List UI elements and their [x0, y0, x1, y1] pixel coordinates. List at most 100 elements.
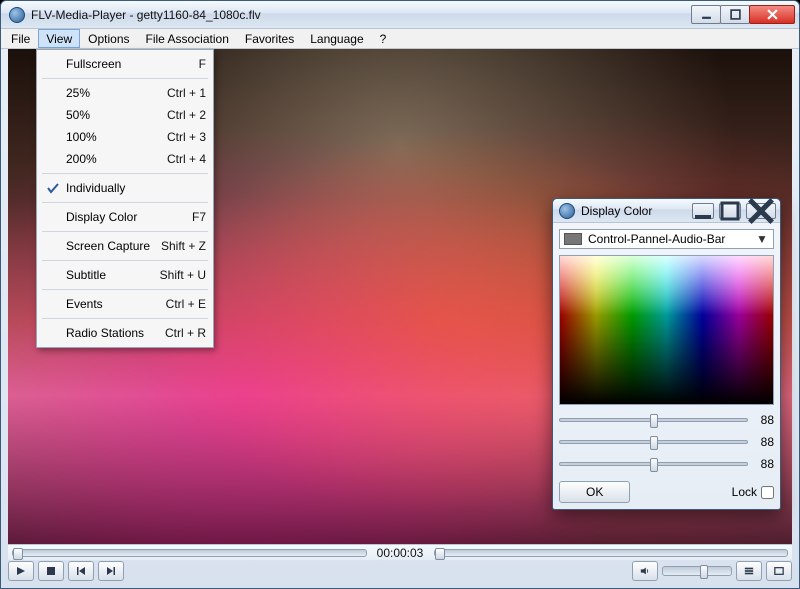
maximize-button[interactable] — [720, 5, 750, 24]
seek-thumb[interactable] — [13, 548, 23, 560]
menu-separator — [42, 78, 208, 79]
menu-language[interactable]: Language — [302, 29, 371, 48]
dialog-titlebar[interactable]: Display Color — [553, 199, 780, 223]
prev-button[interactable] — [68, 561, 94, 581]
slider-3-thumb[interactable] — [650, 458, 658, 472]
volume-thumb[interactable] — [700, 565, 708, 579]
slider-1-thumb[interactable] — [650, 414, 658, 428]
menu-options[interactable]: Options — [80, 29, 137, 48]
target-value: Control-Pannel-Audio-Bar — [588, 232, 749, 246]
titlebar[interactable]: FLV-Media-Player - getty1160-84_1080c.fl… — [1, 1, 799, 29]
menu-item-shortcut: F7 — [192, 210, 206, 224]
swatch-icon — [564, 233, 582, 245]
menu-separator — [42, 260, 208, 261]
slider-2-thumb[interactable] — [650, 436, 658, 450]
controls-bar — [8, 560, 792, 582]
menu-item-screen-capture[interactable]: Screen CaptureShift + Z — [40, 235, 210, 257]
ok-button[interactable]: OK — [559, 481, 630, 503]
seek-slider[interactable] — [12, 549, 367, 557]
menu-item-label: 25% — [66, 86, 167, 100]
check-icon — [46, 181, 60, 195]
menu-item-shortcut: Ctrl + 4 — [167, 152, 206, 166]
play-button[interactable] — [8, 561, 34, 581]
menu-item-shortcut: Ctrl + 2 — [167, 108, 206, 122]
menu-item-label: Individually — [66, 181, 206, 195]
menu-item-25-[interactable]: 25%Ctrl + 1 — [40, 82, 210, 104]
menu-separator — [42, 289, 208, 290]
menu-favorites[interactable]: Favorites — [237, 29, 302, 48]
volume-slider[interactable] — [662, 566, 732, 576]
menu-item-50-[interactable]: 50%Ctrl + 2 — [40, 104, 210, 126]
menu-file-association[interactable]: File Association — [138, 29, 237, 48]
target-combobox[interactable]: Control-Pannel-Audio-Bar ▼ — [559, 229, 774, 249]
dialog-close-button[interactable] — [746, 203, 776, 219]
slider-3-value: 88 — [754, 457, 774, 471]
menu--[interactable]: ? — [372, 29, 395, 48]
slider-row-3: 88 — [559, 457, 774, 471]
chevron-down-icon: ▼ — [755, 232, 769, 246]
next-button[interactable] — [98, 561, 124, 581]
lock-checkbox[interactable] — [761, 486, 774, 499]
menu-item-200-[interactable]: 200%Ctrl + 4 — [40, 148, 210, 170]
menu-item-shortcut: Shift + U — [160, 268, 206, 282]
lock-control[interactable]: Lock — [732, 485, 774, 499]
menu-item-fullscreen[interactable]: FullscreenF — [40, 53, 210, 75]
window-title: FLV-Media-Player - getty1160-84_1080c.fl… — [31, 8, 686, 22]
timebar: 00:00:03 — [8, 544, 792, 560]
minimize-button[interactable] — [691, 5, 721, 24]
menu-item-label: Subtitle — [66, 268, 160, 282]
menu-file[interactable]: File — [3, 29, 38, 48]
menu-item-display-color[interactable]: Display ColorF7 — [40, 206, 210, 228]
menu-separator — [42, 173, 208, 174]
dialog-maximize-button[interactable] — [719, 203, 741, 219]
menu-item-label: 50% — [66, 108, 167, 122]
menu-item-shortcut: Ctrl + 1 — [167, 86, 206, 100]
menu-separator — [42, 202, 208, 203]
current-time: 00:00:03 — [373, 546, 428, 560]
window-buttons — [692, 5, 795, 24]
menu-item-label: 100% — [66, 130, 167, 144]
mute-button[interactable] — [632, 561, 658, 581]
menu-item-shortcut: Ctrl + R — [165, 326, 206, 340]
menu-item-label: Display Color — [66, 210, 192, 224]
menubar[interactable]: FileViewOptionsFile AssociationFavorites… — [1, 29, 799, 49]
menu-item-label: 200% — [66, 152, 167, 166]
color-picker[interactable] — [559, 255, 774, 405]
menu-item-events[interactable]: EventsCtrl + E — [40, 293, 210, 315]
seek-slider-right[interactable] — [434, 549, 789, 557]
stop-button[interactable] — [38, 561, 64, 581]
display-color-dialog[interactable]: Display Color Control-Pannel-Audio-Bar ▼… — [552, 198, 781, 510]
menu-item-label: Radio Stations — [66, 326, 165, 340]
slider-2-value: 88 — [754, 435, 774, 449]
lock-label: Lock — [732, 485, 757, 499]
playlist-button[interactable] — [736, 561, 762, 581]
dialog-icon — [559, 203, 575, 219]
fullscreen-button[interactable] — [766, 561, 792, 581]
dialog-body: Control-Pannel-Audio-Bar ▼ 88 88 88 OK L… — [553, 223, 780, 509]
menu-item-subtitle[interactable]: SubtitleShift + U — [40, 264, 210, 286]
menu-view[interactable]: View — [38, 29, 80, 48]
menu-item-individually[interactable]: Individually — [40, 177, 210, 199]
menu-item-shortcut: Shift + Z — [161, 239, 206, 253]
seek-thumb-right[interactable] — [435, 548, 445, 560]
close-button[interactable] — [749, 5, 795, 24]
menu-item-label: Fullscreen — [66, 57, 199, 71]
menu-item-shortcut: F — [199, 57, 206, 71]
menu-item-label: Events — [66, 297, 166, 311]
slider-row-1: 88 — [559, 413, 774, 427]
app-icon — [9, 7, 25, 23]
menu-item-radio-stations[interactable]: Radio StationsCtrl + R — [40, 322, 210, 344]
dialog-title: Display Color — [581, 204, 687, 218]
slider-2[interactable] — [559, 440, 748, 444]
slider-3[interactable] — [559, 462, 748, 466]
view-menu-dropdown[interactable]: FullscreenF25%Ctrl + 150%Ctrl + 2100%Ctr… — [36, 49, 214, 348]
slider-row-2: 88 — [559, 435, 774, 449]
dialog-minimize-button[interactable] — [692, 203, 714, 219]
menu-item-100-[interactable]: 100%Ctrl + 3 — [40, 126, 210, 148]
dialog-footer: OK Lock — [559, 481, 774, 503]
menu-item-shortcut: Ctrl + 3 — [167, 130, 206, 144]
menu-item-label: Screen Capture — [66, 239, 161, 253]
menu-separator — [42, 318, 208, 319]
menu-item-shortcut: Ctrl + E — [166, 297, 206, 311]
slider-1[interactable] — [559, 418, 748, 422]
